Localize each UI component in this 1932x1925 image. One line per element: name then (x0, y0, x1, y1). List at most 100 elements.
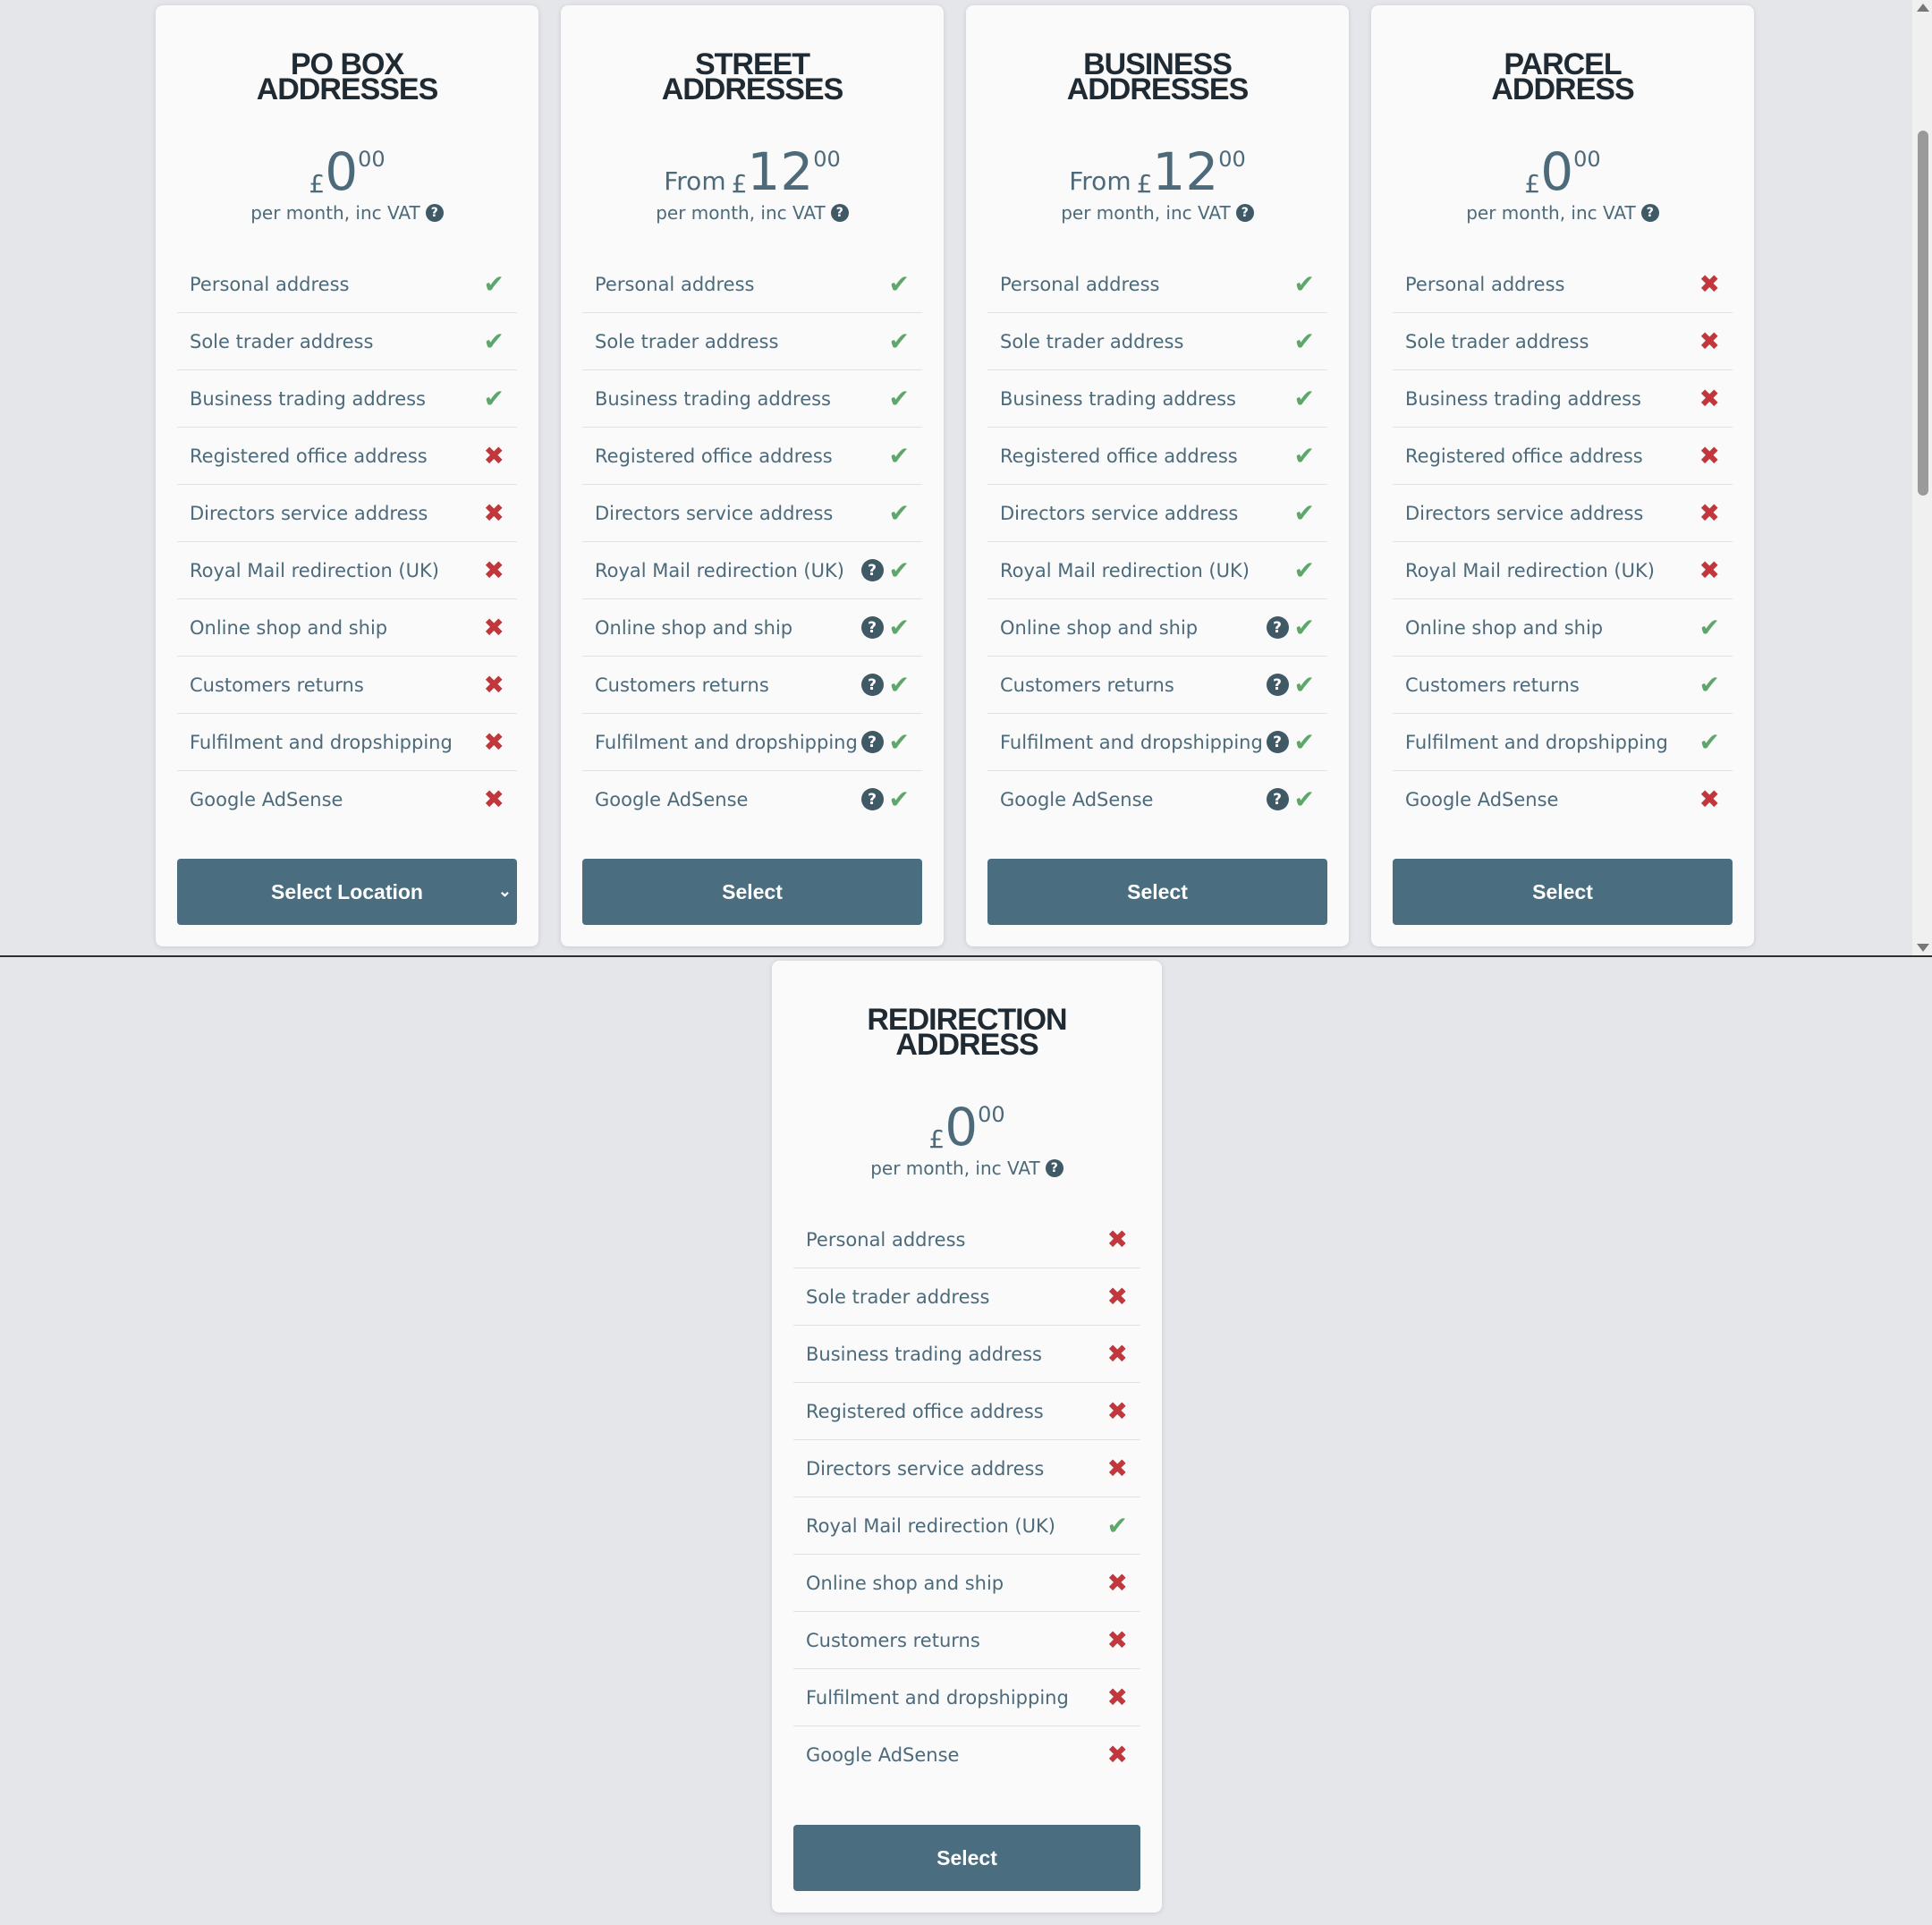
select-location-dropdown[interactable]: Select Location ⌄ (177, 859, 517, 925)
feature-label: Fulfilment and dropshipping (1405, 731, 1668, 753)
select-plan-button[interactable]: Select (582, 859, 922, 925)
check-icon: ✔ (1293, 612, 1315, 642)
price-amount: 12 (1152, 141, 1219, 202)
feature-help-icon[interactable]: ? (1266, 616, 1289, 639)
feature-label: Business trading address (190, 387, 426, 410)
price-period: per month, inc VAT? (561, 202, 944, 224)
feature-row: Online shop and ship? ✔ (987, 599, 1327, 657)
button-label: Select (1127, 879, 1188, 903)
feature-status: ✖ (484, 443, 504, 469)
select-plan-button[interactable]: Select (987, 859, 1327, 925)
feature-status: ✖ (1107, 1684, 1128, 1710)
feature-row: Directors service address ✖ (177, 485, 517, 542)
feature-row: Personal address ✔ (582, 256, 922, 313)
feature-row: Royal Mail redirection (UK) ✖ (1393, 542, 1733, 599)
feature-list: Personal address ✔ Sole trader address ✔ Bus… (987, 256, 1327, 827)
check-icon: ✔ (1293, 383, 1315, 413)
vat-help-icon[interactable]: ? (1640, 204, 1659, 222)
price-currency: £ (309, 169, 326, 199)
check-icon: ✔ (1699, 612, 1720, 642)
plan-card: PO BOX ADDRESSES £0 00 per month, inc VAT? Pe… (156, 5, 538, 946)
feature-status: ? ✔ (860, 557, 910, 583)
feature-help-icon[interactable]: ? (860, 674, 884, 696)
vat-help-icon[interactable]: ? (1045, 1159, 1063, 1177)
feature-help-icon[interactable]: ? (860, 731, 884, 753)
feature-help-icon[interactable]: ? (1266, 788, 1289, 810)
cross-icon: ✖ (1699, 440, 1720, 471)
cross-icon: ✖ (1106, 1338, 1128, 1369)
feature-row: Directors service address ✔ (582, 485, 922, 542)
feature-row: Registered office address ✖ (1393, 428, 1733, 485)
feature-status: ✔ (889, 386, 910, 411)
plan-card: BUSINESS ADDRESSES From £12 00 per month, inc… (966, 5, 1349, 946)
check-icon: ✔ (888, 326, 910, 356)
button-label: Select (1532, 879, 1593, 903)
feature-help-icon[interactable]: ? (860, 788, 884, 810)
feature-status: ✔ (1294, 386, 1315, 411)
feature-row: Sole trader address ✔ (582, 313, 922, 370)
feature-status: ✖ (1699, 440, 1720, 471)
feature-label: Sole trader address (1000, 330, 1184, 352)
feature-label: Fulfilment and dropshipping (1000, 731, 1263, 753)
feature-label: Customers returns (1000, 674, 1174, 696)
feature-row: Sole trader address ✔ (177, 313, 517, 370)
price-amount: 12 (747, 141, 814, 202)
cross-icon: ✖ (1699, 497, 1720, 528)
price-cents: 00 (358, 147, 386, 172)
vat-help-icon[interactable]: ? (1235, 204, 1254, 222)
price-period-text: per month, inc VAT (1466, 202, 1636, 224)
feature-row: Google AdSense ✖ (1393, 771, 1733, 827)
feature-status: ✖ (1106, 1395, 1128, 1426)
feature-list: Personal address ✔ Sole trader address ✔ Bus… (177, 256, 517, 827)
check-icon: ✔ (1293, 726, 1315, 757)
feature-row: Fulfilment and dropshipping? ✔ (987, 714, 1327, 771)
cross-icon: ✖ (1699, 268, 1720, 299)
feature-label: Sole trader address (595, 330, 779, 352)
select-plan-button[interactable]: Select (1393, 859, 1733, 925)
feature-status: ✔ (1294, 328, 1315, 354)
cross-icon: ✖ (1106, 1395, 1128, 1426)
feature-status: ✔ (1699, 726, 1720, 757)
feature-row: Business trading address ✔ (987, 370, 1327, 428)
feature-help-icon[interactable]: ? (860, 559, 884, 581)
feature-row: Online shop and ship ✔ (1393, 599, 1733, 657)
feature-status: ✖ (1699, 557, 1720, 583)
feature-list: Personal address ✔ Sole trader address ✔ Bus… (582, 256, 922, 827)
check-icon: ✔ (1293, 268, 1315, 299)
vertical-scrollbar[interactable] (1912, 0, 1932, 955)
feature-status: ? ✔ (860, 784, 910, 814)
vat-help-icon[interactable]: ? (830, 204, 849, 222)
cross-icon: ✖ (1106, 1453, 1128, 1483)
feature-label: Online shop and ship (190, 616, 388, 639)
scroll-down-icon[interactable] (1917, 944, 1929, 952)
feature-label: Registered office address (1000, 445, 1238, 467)
feature-status: ✖ (484, 729, 504, 755)
feature-status: ? ✔ (1266, 612, 1315, 642)
feature-help-icon[interactable]: ? (1266, 674, 1289, 696)
select-plan-button[interactable]: Select (793, 1825, 1140, 1891)
scroll-up-icon[interactable] (1917, 4, 1929, 12)
feature-status: ✖ (1107, 1284, 1128, 1310)
scrollbar-thumb[interactable] (1918, 131, 1928, 496)
feature-label: Directors service address (595, 502, 834, 524)
plan-title-line: ADDRESS (1491, 72, 1634, 106)
feature-status: ? ✔ (1266, 786, 1315, 812)
cross-icon: ✖ (483, 555, 504, 585)
plan-price: From £12 00 (561, 141, 944, 202)
check-icon: ✔ (1293, 669, 1315, 700)
cross-icon: ✖ (1106, 1739, 1128, 1769)
feature-help-icon[interactable]: ? (1266, 731, 1289, 753)
check-icon: ✔ (1699, 726, 1720, 757)
feature-help-icon[interactable]: ? (860, 616, 884, 639)
plan-title-line: ADDRESS (895, 1028, 1038, 1062)
check-icon: ✔ (1293, 555, 1315, 585)
price-currency: £ (928, 1124, 945, 1154)
check-icon: ✔ (483, 326, 504, 356)
feature-row: Royal Mail redirection (UK) ✔ (987, 542, 1327, 599)
feature-row: Directors service address ✖ (793, 1440, 1140, 1497)
check-icon: ✔ (888, 784, 910, 814)
check-icon: ✔ (1293, 440, 1315, 471)
feature-label: Fulfilment and dropshipping (190, 731, 453, 753)
check-icon: ✔ (1106, 1510, 1128, 1540)
vat-help-icon[interactable]: ? (425, 204, 444, 222)
